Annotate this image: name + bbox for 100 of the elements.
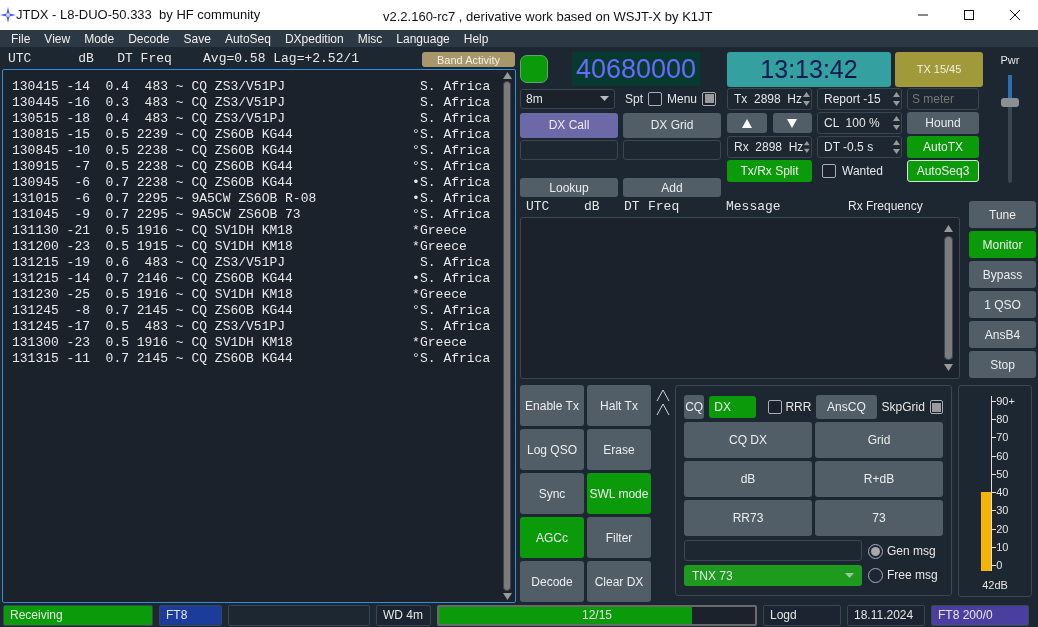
scrollbar-thumb[interactable] (503, 81, 511, 591)
column-header: UTC (525, 199, 551, 214)
scale-label: 80 (996, 414, 1009, 426)
dx-call-button[interactable]: DX Call (520, 112, 618, 138)
scale-label: 70 (996, 432, 1009, 444)
country-text: S. Africa (420, 191, 491, 207)
down-button[interactable] (772, 113, 812, 133)
menu-item[interactable]: Mode (77, 29, 122, 48)
message-button[interactable]: 73 (815, 500, 943, 536)
control-button[interactable]: Enable Tx (520, 385, 584, 426)
column-header: dB (584, 199, 601, 214)
dx-call-field[interactable] (520, 139, 618, 161)
menu-item[interactable]: Help (456, 29, 496, 48)
band-dropdown[interactable]: 8m (520, 88, 615, 109)
message-field[interactable] (684, 540, 862, 561)
close-icon (1010, 10, 1020, 20)
decode-marker: * (412, 223, 420, 239)
spt-checkbox[interactable] (648, 91, 662, 106)
control-button[interactable]: Sync (520, 473, 584, 514)
scroll-down-icon (943, 364, 953, 371)
frequency-display: 40680000 (572, 52, 700, 86)
country-text: S. Africa (420, 303, 491, 319)
control-button[interactable]: Erase (587, 429, 651, 470)
dx-grid-field[interactable] (623, 139, 721, 161)
control-button[interactable]: Halt Tx (587, 385, 651, 426)
cq-button[interactable]: CQ (684, 395, 705, 419)
country-text: S. Africa (420, 127, 491, 143)
menu-item[interactable]: File (4, 29, 38, 48)
spin-arrows-icon (892, 139, 901, 155)
control-button[interactable]: AGCc (520, 517, 584, 558)
autotx-button[interactable]: AutoTX (907, 136, 979, 158)
side-button[interactable]: AnsB4 (969, 321, 1036, 348)
message-button[interactable]: RR73 (684, 500, 812, 536)
lookup-button[interactable]: Lookup (520, 178, 618, 197)
status-led (520, 55, 548, 83)
power-slider[interactable] (1001, 72, 1019, 185)
country-text: S. Africa (420, 351, 491, 367)
slider-thumb[interactable] (1001, 97, 1019, 107)
decode-line: 131215 -14 0.7 2146 ~ CQ ZS6OB KG44 (12, 271, 294, 287)
dx-grid-button[interactable]: DX Grid (623, 112, 721, 138)
control-button[interactable]: Log QSO (520, 429, 584, 470)
scrollbar-thumb[interactable] (943, 236, 953, 360)
menu-item[interactable]: Save (176, 29, 218, 48)
menu-item[interactable]: DXpedition (277, 29, 351, 48)
control-button[interactable]: Filter (587, 517, 651, 558)
free-message-dropdown[interactable]: TNX 73 (684, 565, 862, 586)
decode-line: 130515 -18 0.4 483 ~ CQ ZS3/V51PJ (12, 111, 287, 127)
dx-button[interactable]: DX (709, 396, 757, 418)
up-button[interactable] (727, 113, 767, 133)
column-header: UTC dB DT Freq Avg=0.58 Lag=+2.52/1 (7, 50, 360, 69)
menu-item[interactable]: Misc (350, 29, 390, 48)
menu-item[interactable]: Decode (121, 29, 177, 48)
decode-line: 131015 -6 0.7 2295 ~ 9A5CW ZS6OB R-08 (12, 191, 318, 207)
side-button[interactable]: Tune (969, 201, 1036, 228)
tab-icon (656, 389, 670, 402)
menu-item[interactable]: Language (389, 29, 457, 48)
spin-field[interactable]: CL 100 % (817, 112, 902, 134)
rrr-checkbox[interactable] (768, 400, 783, 414)
anscq-button[interactable]: AnsCQ (816, 395, 877, 419)
spin-field[interactable]: Report -15 (817, 88, 902, 110)
checkbox-label: Wanted (842, 163, 883, 180)
split-button[interactable]: Tx/Rx Split (727, 160, 812, 182)
control-button[interactable]: SWL mode (587, 473, 651, 514)
side-button[interactable]: 1 QSO (969, 291, 1036, 318)
message-button[interactable]: CQ DX (684, 422, 812, 458)
message-button[interactable]: Grid (815, 422, 943, 458)
status-field: 18.11.2024 (847, 604, 925, 626)
decode-marker: • (412, 191, 420, 207)
skpgrid-checkbox[interactable] (929, 400, 943, 414)
spin-field[interactable]: Tx 2898 Hz (727, 88, 812, 110)
message-button[interactable]: R+dB (815, 461, 943, 497)
spin-arrows-icon (802, 91, 811, 107)
country-text: S. Africa (420, 159, 491, 175)
side-button[interactable]: Bypass (969, 261, 1036, 288)
decode-marker: ° (412, 127, 420, 143)
s-meter-field[interactable]: S meter (907, 88, 979, 110)
checkbox-label: Menu (667, 90, 698, 108)
autoseq-button[interactable]: AutoSeq3 (907, 160, 979, 182)
radio-label: Free msg (887, 567, 938, 584)
power-label: Pwr (1000, 53, 1020, 68)
side-button[interactable]: Monitor (969, 231, 1036, 258)
decode-line: 130415 -14 0.4 483 ~ CQ ZS3/V51PJ (12, 79, 287, 95)
spin-field[interactable]: DT -0.5 s (817, 136, 902, 158)
control-button[interactable]: Clear DX (587, 561, 651, 602)
menu-item[interactable]: AutoSeq (217, 29, 278, 48)
checkbox-label: SkpGrid (881, 399, 925, 416)
side-button[interactable]: Stop (969, 351, 1036, 378)
menu-checkbox[interactable] (702, 91, 717, 106)
scale-label: 90+ (996, 396, 1015, 407)
column-header: DT (624, 199, 641, 214)
menu-item[interactable]: View (37, 29, 78, 48)
spin-field[interactable]: Rx 2898 Hz (727, 136, 812, 158)
scroll-up-icon (502, 72, 512, 79)
country-text: Greece (420, 239, 467, 255)
wanted-checkbox[interactable] (822, 164, 836, 178)
add-button[interactable]: Add (623, 178, 721, 197)
message-button[interactable]: dB (684, 461, 812, 497)
control-button[interactable]: Decode (520, 561, 584, 602)
decode-line: 131200 -23 0.5 1915 ~ CQ SV1DH KM18 (12, 239, 294, 255)
hound-button[interactable]: Hound (907, 112, 979, 134)
